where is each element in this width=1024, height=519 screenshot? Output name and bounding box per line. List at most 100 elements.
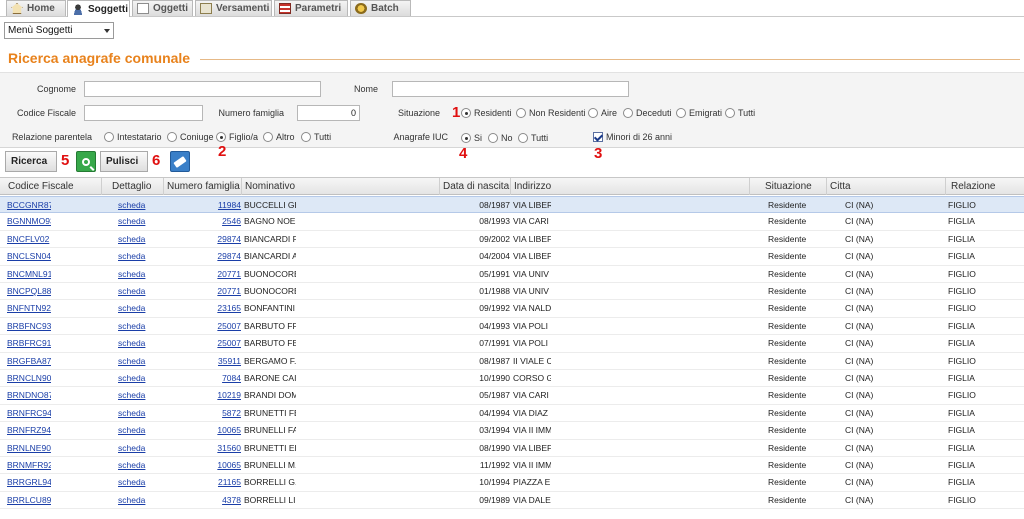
relazione-coniuge-radio[interactable]: Coniuge (167, 132, 214, 142)
cell-dettaglio-link[interactable]: scheda (118, 269, 158, 279)
tab-oggetti[interactable]: Oggetti (132, 0, 193, 16)
cell-numero-famiglia[interactable]: 23165 (196, 303, 241, 313)
cell-dettaglio-link[interactable]: scheda (118, 356, 158, 366)
cell-dettaglio-link[interactable]: scheda (118, 425, 158, 435)
relazione-intestatario-radio[interactable]: Intestatario (104, 132, 162, 142)
cell-numero-famiglia[interactable]: 20771 (196, 286, 241, 296)
relazione-figlio-radio[interactable]: Figlio/a (216, 132, 258, 142)
numero-famiglia-input[interactable]: 0 (297, 105, 360, 121)
situazione-residenti-radio[interactable]: Residenti (461, 108, 512, 118)
table-row[interactable]: BRNMFR92 scheda 10065 BRUNELLI M. 11/1992 VIA… (0, 457, 1024, 475)
situazione-emigrati-radio[interactable]: Emigrati (676, 108, 722, 118)
table-row[interactable]: BNCPQL88 scheda 20771 BUONOCORE 01/1988 VIA U… (0, 283, 1024, 301)
table-row[interactable]: BRNDNO87 scheda 10219 BRANDI DOM 05/1987 VIA … (0, 387, 1024, 405)
cell-codice-fiscale[interactable]: BNFNTN92 (7, 303, 51, 313)
table-row[interactable]: BRRLCU89 scheda 4378 BORRELLI LI 09/1989 VIA … (0, 492, 1024, 510)
cell-numero-famiglia[interactable]: 25007 (196, 321, 241, 331)
cell-numero-famiglia[interactable]: 29874 (196, 251, 241, 261)
cell-codice-fiscale[interactable]: BNCFLV02 (7, 234, 51, 244)
cell-numero-famiglia[interactable]: 31560 (196, 443, 241, 453)
cell-dettaglio-link[interactable]: scheda (118, 495, 158, 505)
cell-numero-famiglia[interactable]: 7084 (196, 373, 241, 383)
cell-dettaglio-link[interactable]: scheda (118, 390, 158, 400)
col-situazione[interactable]: Situazione (750, 178, 827, 195)
col-numero-famiglia[interactable]: Numero famiglia (164, 178, 242, 195)
relazione-tutti-radio[interactable]: Tutti (301, 132, 331, 142)
table-row[interactable]: BNCMNL91 scheda 20771 BUONOCORE 05/1991 VIA U… (0, 266, 1024, 283)
cell-dettaglio-link[interactable]: scheda (118, 408, 158, 418)
minori-26-checkbox[interactable]: Minori di 26 anni (593, 132, 672, 142)
cell-codice-fiscale[interactable]: BRNCLN90 (7, 373, 51, 383)
menu-select[interactable]: Menù Soggetti (4, 22, 114, 39)
table-row[interactable]: BRNCLN90 scheda 7084 BARONE CAI 10/1990 CORSO… (0, 370, 1024, 388)
tab-versamenti[interactable]: Versamenti (195, 0, 272, 16)
col-codice-fiscale[interactable]: Codice Fiscale (5, 178, 102, 195)
table-row[interactable]: BRNLNE90 scheda 31560 BRUNETTI EL 08/1990 VIA… (0, 440, 1024, 457)
cell-numero-famiglia[interactable]: 25007 (196, 338, 241, 348)
col-relazione[interactable]: Relazione (946, 178, 1024, 195)
cell-dettaglio-link[interactable]: scheda (118, 443, 158, 453)
cell-codice-fiscale[interactable]: BRNLNE90 (7, 443, 51, 453)
cell-codice-fiscale[interactable]: BRBFRC91 (7, 338, 51, 348)
cell-numero-famiglia[interactable]: 10065 (196, 425, 241, 435)
cell-codice-fiscale[interactable]: BRRGRL94 (7, 477, 51, 487)
cell-dettaglio-link[interactable]: scheda (118, 338, 158, 348)
table-row[interactable]: BRRGRL94 scheda 21165 BORRELLI G. 10/1994 PIA… (0, 474, 1024, 492)
col-indirizzo[interactable]: Indirizzo (511, 178, 750, 195)
table-row[interactable]: BRNFRZ94 scheda 10065 BRUNELLI FA 03/1994 VIA… (0, 422, 1024, 440)
cell-dettaglio-link[interactable]: scheda (118, 477, 158, 487)
cell-dettaglio-link[interactable]: scheda (118, 234, 158, 244)
tab-batch[interactable]: Batch (350, 0, 411, 16)
col-data-nascita[interactable]: Data di nascita (440, 178, 511, 195)
cell-dettaglio-link[interactable]: scheda (118, 200, 158, 210)
cell-dettaglio-link[interactable]: scheda (118, 460, 158, 470)
cell-dettaglio-link[interactable]: scheda (118, 251, 158, 261)
codice-fiscale-input[interactable] (84, 105, 203, 121)
pulisci-button[interactable]: Pulisci (100, 151, 148, 172)
cell-dettaglio-link[interactable]: scheda (118, 286, 158, 296)
cell-numero-famiglia[interactable]: 21165 (196, 477, 241, 487)
cell-numero-famiglia[interactable]: 20771 (196, 269, 241, 279)
nome-input[interactable] (392, 81, 629, 97)
cell-dettaglio-link[interactable]: scheda (118, 321, 158, 331)
cell-codice-fiscale[interactable]: BGNNMO93 (7, 216, 51, 226)
cell-numero-famiglia[interactable]: 11984 (196, 200, 241, 210)
cell-numero-famiglia[interactable]: 10219 (196, 390, 241, 400)
table-row[interactable]: BNCFLV02 scheda 29874 BIANCARDI F 09/2002 VIA… (0, 231, 1024, 249)
tab-soggetti[interactable]: Soggetti (67, 0, 130, 17)
cell-numero-famiglia[interactable]: 2546 (196, 216, 241, 226)
cell-numero-famiglia[interactable]: 4378 (196, 495, 241, 505)
table-row[interactable]: BRGFBA87 scheda 35911 BERGAMO F. 08/1987 II V… (0, 353, 1024, 370)
tab-parametri[interactable]: Parametri (274, 0, 348, 16)
cell-dettaglio-link[interactable]: scheda (118, 216, 158, 226)
cell-codice-fiscale[interactable]: BNCPQL88 (7, 286, 51, 296)
cell-codice-fiscale[interactable]: BNCMNL91 (7, 269, 51, 279)
cognome-input[interactable] (84, 81, 321, 97)
anagrafe-tutti-radio[interactable]: Tutti (518, 133, 548, 143)
cell-codice-fiscale[interactable]: BRGFBA87 (7, 356, 51, 366)
cell-numero-famiglia[interactable]: 5872 (196, 408, 241, 418)
cell-dettaglio-link[interactable]: scheda (118, 373, 158, 383)
situazione-deceduti-radio[interactable]: Deceduti (623, 108, 672, 118)
col-citta[interactable]: Citta (827, 178, 946, 195)
table-row[interactable]: BNFNTN92 scheda 23165 BONFANTINI 09/1992 VIA … (0, 300, 1024, 318)
table-row[interactable]: BRNFRC94 scheda 5872 BRUNETTI FE 04/1994 VIA … (0, 405, 1024, 423)
relazione-altro-radio[interactable]: Altro (263, 132, 295, 142)
col-dettaglio[interactable]: Dettaglio (109, 178, 164, 195)
situazione-aire-radio[interactable]: Aire (588, 108, 617, 118)
anagrafe-no-radio[interactable]: No (488, 133, 513, 143)
table-row[interactable]: BNCLSN04 scheda 29874 BIANCARDI A 04/2004 VIA… (0, 248, 1024, 266)
cell-dettaglio-link[interactable]: scheda (118, 303, 158, 313)
cell-codice-fiscale[interactable]: BRBFNC93 (7, 321, 51, 331)
table-row[interactable]: BRBFNC93 scheda 25007 BARBUTO FF 04/1993 VIA … (0, 318, 1024, 336)
cell-numero-famiglia[interactable]: 35911 (196, 356, 241, 366)
cell-codice-fiscale[interactable]: BRNMFR92 (7, 460, 51, 470)
eraser-button-icon[interactable] (170, 151, 190, 172)
cell-codice-fiscale[interactable]: BCCGNR87 (7, 200, 51, 210)
situazione-tutti-radio[interactable]: Tutti (725, 108, 755, 118)
tab-home[interactable]: Home (6, 0, 66, 16)
ricerca-button[interactable]: Ricerca (5, 151, 57, 172)
cell-codice-fiscale[interactable]: BRNFRC94 (7, 408, 51, 418)
anagrafe-si-radio[interactable]: Si (461, 133, 482, 143)
cell-codice-fiscale[interactable]: BNCLSN04 (7, 251, 51, 261)
